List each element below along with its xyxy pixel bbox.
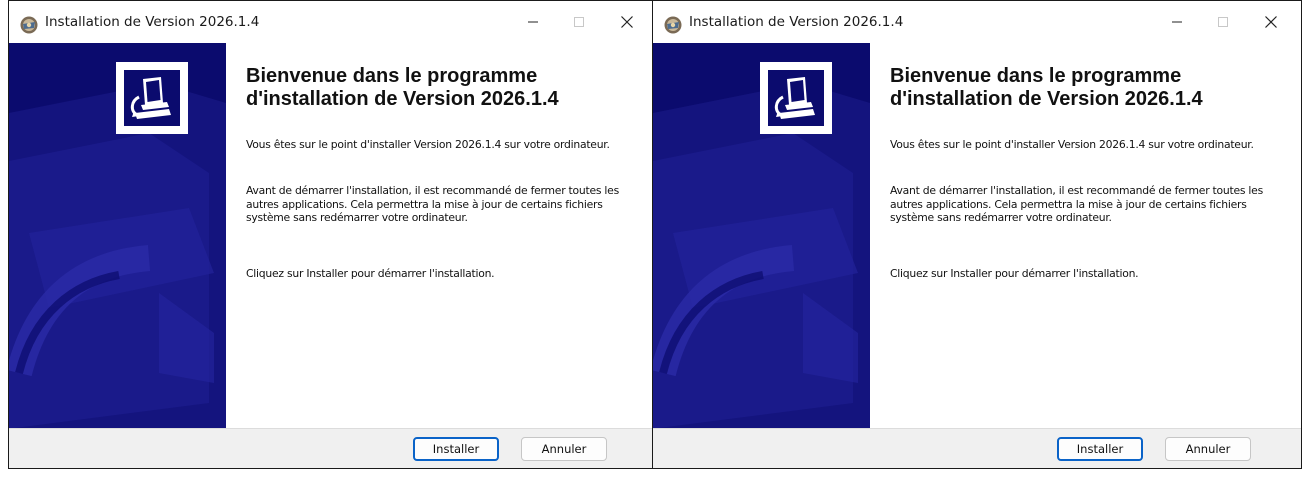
computer-install-icon xyxy=(760,62,832,134)
installer-window-left: Installation de Version 2026.1.4 Bienven… xyxy=(8,0,658,469)
instruction-paragraph: Cliquez sur Installer pour démarrer l'in… xyxy=(890,267,1139,280)
intro-paragraph: Vous êtes sur le point d'installer Versi… xyxy=(890,138,1254,151)
welcome-heading: Bienvenue dans le programme d'installati… xyxy=(246,65,559,110)
close-icon xyxy=(1265,16,1277,28)
minimize-icon xyxy=(528,21,538,23)
welcome-heading: Bienvenue dans le programme d'installati… xyxy=(890,65,1203,110)
title-bar: Installation de Version 2026.1.4 xyxy=(9,1,657,43)
close-button[interactable] xyxy=(1249,7,1293,37)
install-button[interactable]: Installer xyxy=(1057,437,1143,461)
maximize-icon xyxy=(574,17,584,27)
maximize-button[interactable] xyxy=(1201,7,1245,37)
title-bar: Installation de Version 2026.1.4 xyxy=(653,1,1301,43)
welcome-banner xyxy=(653,43,870,430)
maximize-button[interactable] xyxy=(557,7,601,37)
installer-app-icon xyxy=(20,16,38,34)
recommendation-paragraph: Avant de démarrer l'installation, il est… xyxy=(246,184,619,224)
maximize-icon xyxy=(1218,17,1228,27)
installer-app-icon xyxy=(664,16,682,34)
window-title: Installation de Version 2026.1.4 xyxy=(689,14,904,30)
minimize-button[interactable] xyxy=(1155,7,1199,37)
welcome-content: Bienvenue dans le programme d'installati… xyxy=(870,43,1301,430)
window-title: Installation de Version 2026.1.4 xyxy=(45,14,260,30)
cancel-button[interactable]: Annuler xyxy=(1165,437,1251,461)
minimize-icon xyxy=(1172,21,1182,23)
minimize-button[interactable] xyxy=(511,7,555,37)
welcome-banner xyxy=(9,43,226,430)
cancel-button[interactable]: Annuler xyxy=(521,437,607,461)
button-bar: Installer Annuler xyxy=(9,428,657,468)
welcome-content: Bienvenue dans le programme d'installati… xyxy=(226,43,657,430)
installer-window-right: Installation de Version 2026.1.4 Bienven… xyxy=(652,0,1302,469)
close-icon xyxy=(621,16,633,28)
close-button[interactable] xyxy=(605,7,649,37)
computer-install-icon xyxy=(116,62,188,134)
button-bar: Installer Annuler xyxy=(653,428,1301,468)
intro-paragraph: Vous êtes sur le point d'installer Versi… xyxy=(246,138,610,151)
instruction-paragraph: Cliquez sur Installer pour démarrer l'in… xyxy=(246,267,495,280)
install-button[interactable]: Installer xyxy=(413,437,499,461)
recommendation-paragraph: Avant de démarrer l'installation, il est… xyxy=(890,184,1263,224)
